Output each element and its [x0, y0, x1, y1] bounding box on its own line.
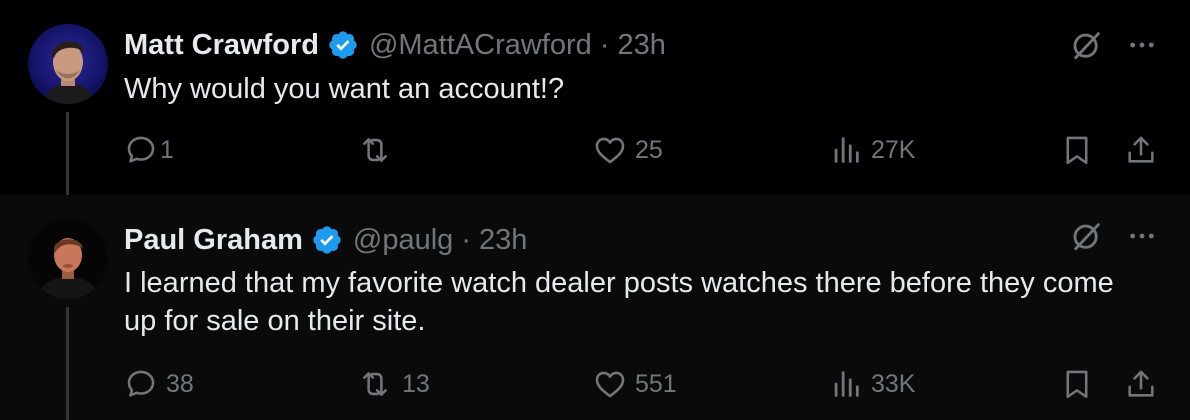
- author-handle[interactable]: @paulg: [353, 224, 453, 257]
- tweet-text: I learned that my favorite watch dealer …: [124, 267, 1114, 337]
- retweet-button[interactable]: 13: [356, 367, 430, 401]
- bookmark-button[interactable]: [1060, 367, 1094, 401]
- like-count: 25: [635, 135, 663, 164]
- timestamp[interactable]: 23h: [617, 29, 665, 62]
- tweet-header: Paul Graham @paulg · 23h: [124, 221, 527, 259]
- bookmark-icon: [1066, 136, 1088, 165]
- tweet-1[interactable]: Matt Crawford @MattACrawford · 23h Why w…: [0, 0, 1190, 195]
- like-icon: [595, 137, 625, 164]
- tweet-top-icons: [1070, 28, 1158, 67]
- more-icon[interactable]: [1126, 220, 1158, 257]
- author-name[interactable]: Paul Graham: [124, 224, 303, 257]
- avatar-matt-crawford[interactable]: [28, 24, 108, 104]
- verified-badge-icon: [327, 29, 359, 61]
- reply-button[interactable]: 38: [124, 367, 194, 401]
- separator: ·: [599, 28, 610, 61]
- verified-badge-icon: [311, 224, 343, 256]
- share-button[interactable]: [1124, 133, 1158, 167]
- reply-icon: [127, 370, 155, 397]
- views-count: 33K: [871, 369, 916, 398]
- tweet-header: Matt Crawford @MattACrawford · 23h: [124, 26, 666, 64]
- views-button[interactable]: 27K: [829, 133, 915, 167]
- action-bar: 38 13 551 33K: [124, 367, 1164, 407]
- like-button[interactable]: 25: [593, 133, 663, 167]
- like-button[interactable]: 551: [593, 367, 677, 401]
- reply-button[interactable]: 1: [124, 133, 174, 167]
- tweet-text: Why would you want an account!?: [124, 73, 565, 105]
- views-button[interactable]: 33K: [829, 367, 915, 401]
- grok-icon[interactable]: [1070, 28, 1104, 67]
- retweet-count: 13: [402, 369, 430, 398]
- reply-count: 1: [160, 135, 174, 164]
- reply-icon: [127, 136, 155, 163]
- like-count: 551: [635, 369, 677, 398]
- timestamp[interactable]: 23h: [479, 224, 527, 257]
- author-name[interactable]: Matt Crawford: [124, 29, 319, 62]
- views-icon: [834, 371, 859, 397]
- reply-count: 38: [166, 369, 194, 398]
- thread-line: [66, 112, 69, 195]
- more-icon[interactable]: [1126, 29, 1158, 66]
- views-icon: [834, 137, 859, 163]
- bookmark-icon: [1066, 370, 1088, 399]
- tweet-2[interactable]: Paul Graham @paulg · 23h I learned that …: [0, 195, 1190, 420]
- tweet-top-icons: [1070, 219, 1158, 258]
- like-icon: [595, 371, 625, 398]
- grok-icon[interactable]: [1070, 219, 1104, 258]
- avatar-paul-graham[interactable]: [28, 219, 108, 299]
- share-icon: [1128, 136, 1154, 163]
- retweet-icon: [363, 372, 387, 396]
- retweet-icon: [363, 138, 387, 162]
- bookmark-button[interactable]: [1060, 133, 1094, 167]
- share-icon: [1128, 370, 1154, 397]
- views-count: 27K: [871, 135, 916, 164]
- action-bar: 1 25 27K: [124, 133, 1164, 173]
- thread-line: [66, 307, 69, 420]
- author-handle[interactable]: @MattACrawford: [369, 29, 592, 62]
- share-button[interactable]: [1124, 367, 1158, 401]
- retweet-button[interactable]: [356, 133, 402, 167]
- separator: ·: [461, 223, 471, 256]
